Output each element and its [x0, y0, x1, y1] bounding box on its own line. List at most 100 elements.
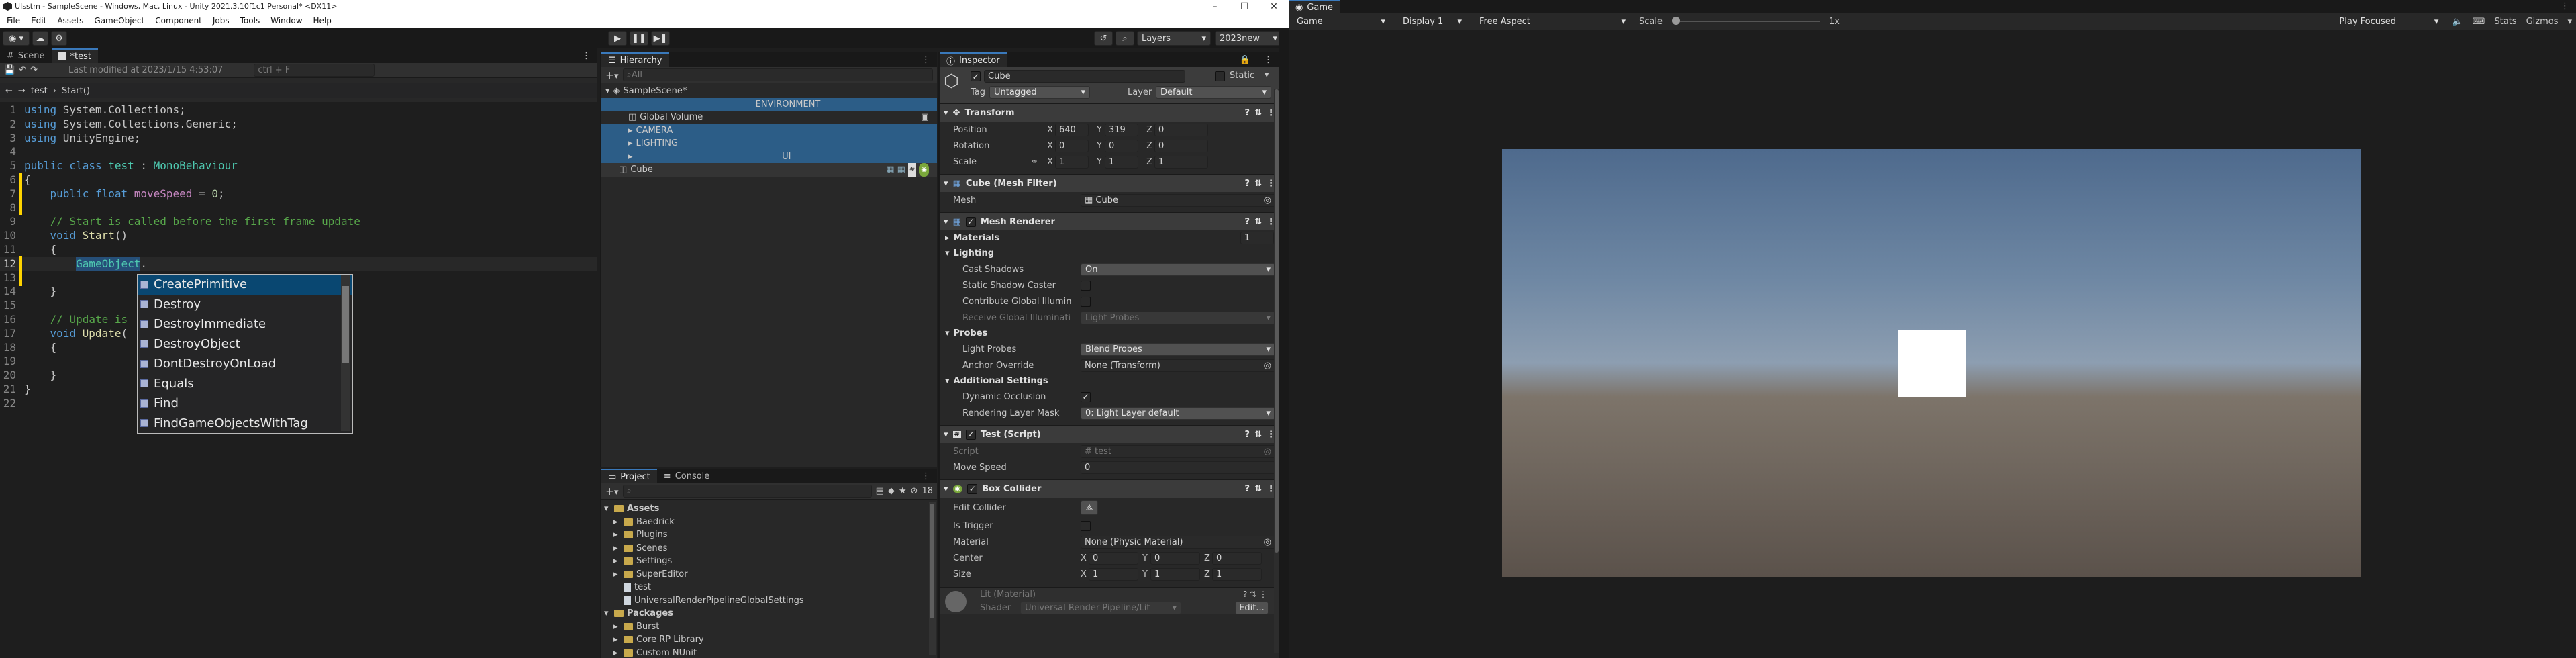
occlusion-checkbox[interactable]: ✓ — [1081, 391, 1091, 402]
list-item[interactable]: ◫ Global Volume ▣ — [601, 111, 937, 124]
star-icon[interactable]: ★ — [899, 486, 907, 496]
script-component-header[interactable]: ▾ # ✓ Test (Script)? ⇅ ⋮ — [940, 425, 1279, 443]
tab-inspector[interactable]: ⓘ Inspector — [940, 52, 1007, 67]
inspector-menu-icon[interactable]: ⋮ — [1257, 52, 1279, 67]
list-item[interactable]: ▸ UI — [601, 150, 937, 163]
center-x[interactable]: 0 — [1089, 551, 1138, 565]
editor-menu-icon[interactable]: ⋮ — [575, 48, 597, 63]
scene-row[interactable]: ▾ ◈ SampleScene* — [601, 85, 937, 98]
contribute-gi-checkbox[interactable] — [1081, 296, 1091, 307]
account-dropdown[interactable]: ◉ ▾ — [3, 31, 30, 46]
materials-foldout[interactable]: ▸ Materials 1 — [940, 230, 1279, 246]
history-icon[interactable]: ↺ — [1094, 31, 1113, 46]
object-name-field[interactable]: Cube — [984, 70, 1185, 83]
scale-slider-handle[interactable] — [1671, 17, 1680, 25]
autocomplete-item[interactable]: Find — [138, 393, 352, 414]
list-item[interactable]: ▾ Assets — [601, 502, 937, 516]
list-item[interactable]: ▸ CAMERA — [601, 124, 937, 137]
layer-dropdown[interactable]: Default ▾ — [1156, 86, 1271, 99]
move-speed-field[interactable]: 0 — [1081, 461, 1275, 474]
menu-item-edit[interactable]: Edit — [26, 13, 52, 28]
transform-header[interactable]: ▾ ✥ Transform? ⇅ ⋮ — [940, 103, 1279, 122]
breadcrumb-method[interactable]: Start() — [62, 86, 90, 96]
tab-game[interactable]: ◉ Game — [1289, 0, 1340, 13]
object-picker-icon[interactable]: ◎ — [1264, 361, 1271, 371]
list-item[interactable]: ▾ Packages — [601, 607, 937, 620]
help-icon[interactable]: ? ⇅ ⋮ — [1243, 590, 1267, 599]
list-item[interactable]: test — [601, 581, 937, 594]
add-icon[interactable]: ＋▾ — [605, 68, 619, 81]
step-button[interactable]: ▶❚ — [651, 31, 670, 46]
code-line[interactable]: 6{ — [0, 173, 597, 187]
cast-shadows-dropdown[interactable]: On ▾ — [1081, 263, 1275, 276]
tag-dropdown[interactable]: Untagged ▾ — [989, 86, 1090, 99]
help-icon[interactable]: ? — [1245, 108, 1250, 118]
autocomplete-item[interactable]: DestroyObject — [138, 334, 352, 355]
autocomplete-item[interactable]: FindGameObjectsWithTag — [138, 414, 352, 434]
project-scrollbar[interactable] — [929, 502, 936, 655]
autocomplete-item[interactable]: Equals — [138, 374, 352, 394]
lighting-foldout[interactable]: ▾ Lighting — [940, 246, 1279, 261]
redo-icon[interactable]: ↷ — [30, 65, 38, 75]
close-icon[interactable]: ✕ — [1259, 0, 1289, 13]
add-icon[interactable]: ＋▾ — [605, 485, 619, 498]
rotation-z[interactable]: 0 — [1154, 139, 1208, 152]
find-input[interactable]: ctrl + F — [254, 64, 375, 77]
help-icon[interactable]: ? — [1245, 179, 1250, 189]
mesh-field[interactable]: ▦ Cube ◎ — [1081, 193, 1275, 207]
tab-scene[interactable]: # Scene — [0, 48, 52, 63]
mute-icon[interactable]: 🔈 — [2452, 17, 2463, 27]
scale-y[interactable]: 1 — [1105, 155, 1138, 169]
tab-hierarchy[interactable]: ☰ Hierarchy — [601, 52, 669, 67]
menu-item-gameobject[interactable]: GameObject — [89, 13, 150, 28]
is-trigger-checkbox[interactable] — [1081, 520, 1091, 531]
list-item[interactable]: ▸ SuperEditor — [601, 568, 937, 581]
probes-foldout[interactable]: ▾ Probes — [940, 326, 1279, 341]
script-enabled[interactable]: ✓ — [965, 429, 976, 440]
size-y[interactable]: 1 — [1150, 567, 1200, 581]
code-line[interactable]: 2 using System.Collections.Generic; — [0, 117, 597, 132]
help-icon[interactable]: ? — [1245, 217, 1250, 227]
center-y[interactable]: 0 — [1150, 551, 1200, 565]
menu-item-help[interactable]: Help — [308, 13, 337, 28]
static-shadow-checkbox[interactable] — [1081, 280, 1091, 291]
code-line[interactable]: 9 // Start is called before the first fr… — [0, 215, 597, 229]
menu-item-assets[interactable]: Assets — [52, 13, 89, 28]
hierarchy-search[interactable]: ⌕ All — [622, 68, 933, 81]
autocomplete-item[interactable]: CreatePrimitive — [138, 275, 352, 295]
menu-item-file[interactable]: File — [1, 13, 26, 28]
menu-item-jobs[interactable]: Jobs — [207, 13, 235, 28]
code-line[interactable]: 8 — [0, 201, 597, 216]
search-icon[interactable]: ⌕ — [1116, 31, 1134, 46]
active-checkbox[interactable]: ✓ — [971, 71, 981, 81]
rotation-x[interactable]: 0 — [1055, 139, 1089, 152]
scale-x[interactable]: 1 — [1055, 155, 1089, 169]
list-item[interactable]: ▸ Baedrick — [601, 516, 937, 529]
undo-icon[interactable]: ↶ — [19, 65, 26, 75]
code-line[interactable]: 7 public float moveSpeed = 0; — [0, 187, 597, 201]
materials-count[interactable]: 1 — [1240, 232, 1274, 244]
maximize-icon[interactable]: ☐ — [1230, 0, 1259, 13]
list-item[interactable]: ▸ Custom NUnit — [601, 647, 937, 658]
autocomplete-item[interactable]: DestroyImmediate — [138, 314, 352, 334]
list-item[interactable]: ENVIRONMENT — [601, 97, 937, 111]
size-x[interactable]: 1 — [1089, 567, 1138, 581]
tab-test[interactable]: *test — [51, 48, 99, 63]
object-picker-icon[interactable]: ◎ — [1264, 537, 1271, 547]
keyboard-icon[interactable]: ⌨ — [2473, 17, 2485, 27]
scale-z[interactable]: 1 — [1154, 155, 1208, 169]
list-item[interactable]: ◫ Cube ▦ ▦ # ◉ — [601, 163, 937, 177]
pause-button[interactable]: ❚❚ — [630, 31, 648, 46]
preset-icon[interactable]: ⇅ — [1254, 484, 1262, 494]
project-menu-icon[interactable]: ⋮ — [915, 469, 937, 483]
edit-collider-button[interactable]: ⟁ — [1081, 500, 1098, 515]
hidden-count-icon[interactable]: ⊘ — [911, 486, 918, 496]
position-x[interactable]: 640 — [1055, 123, 1089, 136]
list-item[interactable]: ▸ Settings — [601, 555, 937, 568]
edit-shader-button[interactable]: Edit... — [1235, 602, 1269, 614]
label-icon[interactable]: ◆ — [888, 486, 895, 496]
forward-icon[interactable]: → — [18, 86, 26, 96]
size-z[interactable]: 1 — [1212, 567, 1262, 581]
collab-icon[interactable]: ⚙ — [51, 31, 67, 46]
box-collider-header[interactable]: ▾ ◉ ✓ Box Collider? ⇅ ⋮ — [940, 479, 1279, 498]
